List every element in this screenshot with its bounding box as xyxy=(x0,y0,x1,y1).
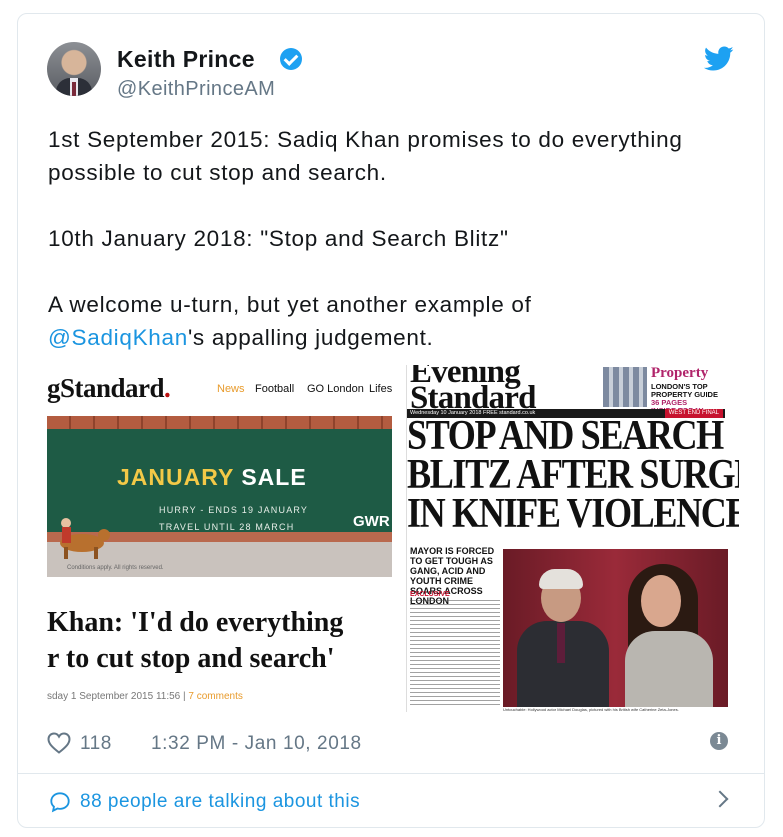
front-headline-line-1: STOP AND SEARCH xyxy=(407,413,724,459)
author-avatar[interactable] xyxy=(47,42,101,96)
article-date-text: sday 1 September 2015 11:56 | xyxy=(47,691,189,702)
mention-link[interactable]: @SadiqKhan xyxy=(48,325,188,350)
article-headline-line-2: r to cut stop and search' xyxy=(47,643,335,674)
photo-person-2-head xyxy=(641,575,681,627)
exclusive-label: EXCLUSIVE xyxy=(410,591,450,598)
tweet-line-4: @SadiqKhan's appalling judgement. xyxy=(48,321,738,354)
article-headline-line-1: Khan: 'I'd do everything xyxy=(47,607,344,638)
dog-illustration-icon xyxy=(60,518,110,559)
ad-title: JANUARY SALE xyxy=(117,464,307,491)
author-name[interactable]: Keith Prince xyxy=(117,46,255,73)
avatar-tie xyxy=(72,82,76,96)
info-icon[interactable]: i xyxy=(710,732,728,750)
author-handle[interactable]: @KeithPrinceAM xyxy=(117,78,275,101)
speech-bubble-icon xyxy=(50,792,70,813)
ad-line-2: TRAVEL UNTIL 28 MARCH xyxy=(159,522,295,532)
conversation-link[interactable]: 88 people are talking about this xyxy=(18,774,764,828)
standard-logo: gStandard. xyxy=(47,373,171,403)
front-page-photo xyxy=(503,549,728,707)
article-headline: Khan: 'I'd do everything r to cut stop a… xyxy=(47,605,392,677)
gwr-logo: GWR xyxy=(353,513,390,530)
mention-suffix: 's appalling judgement. xyxy=(187,325,434,350)
standard-site-nav: gStandard. News Football GO London Lifes xyxy=(47,373,392,413)
ad-title-january: JANUARY xyxy=(117,464,242,490)
article-date: sday 1 September 2015 11:56 | 7 comments xyxy=(47,691,243,702)
heart-icon[interactable] xyxy=(47,732,71,754)
property-thumbnail xyxy=(603,367,647,407)
twitter-bird-icon[interactable] xyxy=(704,46,734,72)
ad-brick-wall xyxy=(47,416,392,429)
front-page-headline: STOP AND SEARCH BLITZ AFTER SURGE IN KNI… xyxy=(407,413,739,537)
front-headline-line-2: BLITZ AFTER SURGE xyxy=(407,452,739,498)
evening-standard-masthead: Evening Standard xyxy=(410,365,536,416)
ad-line-1: HURRY - ENDS 19 JANUARY xyxy=(159,505,309,515)
nav-football: Football xyxy=(255,383,295,395)
chevron-right-icon[interactable] xyxy=(711,790,729,808)
front-headline-line-3: IN KNIFE VIOLENCE xyxy=(407,491,739,537)
conversation-text[interactable]: 88 people are talking about this xyxy=(80,791,360,813)
article-body-columns xyxy=(410,600,500,705)
comments-link: 7 comments xyxy=(188,691,243,702)
media-image-right[interactable]: Evening Standard Property LONDON'S TOP P… xyxy=(406,365,739,712)
tweet-line-2: 10th January 2018: "Stop and Search Blit… xyxy=(48,226,509,251)
tweet-timestamp[interactable]: 1:32 PM - Jan 10, 2018 xyxy=(151,733,362,755)
ad-credit: Conditions apply. All rights reserved. xyxy=(67,565,164,571)
like-count[interactable]: 118 xyxy=(80,733,112,755)
photo-person-1-tie xyxy=(557,623,565,663)
tweet-card[interactable]: Keith Prince @KeithPrinceAM 1st Septembe… xyxy=(17,13,765,828)
tweet-line-1: 1st September 2015: Sadiq Khan promises … xyxy=(48,127,683,185)
standard-logo-text: gStandard xyxy=(47,373,165,403)
photo-person-2-body xyxy=(625,631,713,707)
tweet-text: 1st September 2015: Sadiq Khan promises … xyxy=(48,123,738,354)
media-image-left[interactable]: gStandard. News Football GO London Lifes… xyxy=(47,365,392,712)
property-title: Property xyxy=(651,365,709,381)
nav-lifestyle: Lifes xyxy=(369,383,393,395)
photo-caption: Untouchable: Hollywood actor Michael Dou… xyxy=(503,707,679,712)
tweet-media[interactable]: gStandard. News Football GO London Lifes… xyxy=(47,365,739,712)
masthead-line-2: Standard xyxy=(410,380,536,416)
nav-news: News xyxy=(217,383,245,395)
gwr-advert: JANUARY SALE HURRY - ENDS 19 JANUARY TRA… xyxy=(47,416,392,577)
ad-title-sale: SALE xyxy=(241,464,307,490)
photo-person-1-hair xyxy=(539,569,583,589)
tweet-line-3: A welcome u-turn, but yet another exampl… xyxy=(48,292,532,317)
verified-badge-icon xyxy=(280,48,302,70)
nav-go-london: GO London xyxy=(307,383,364,395)
